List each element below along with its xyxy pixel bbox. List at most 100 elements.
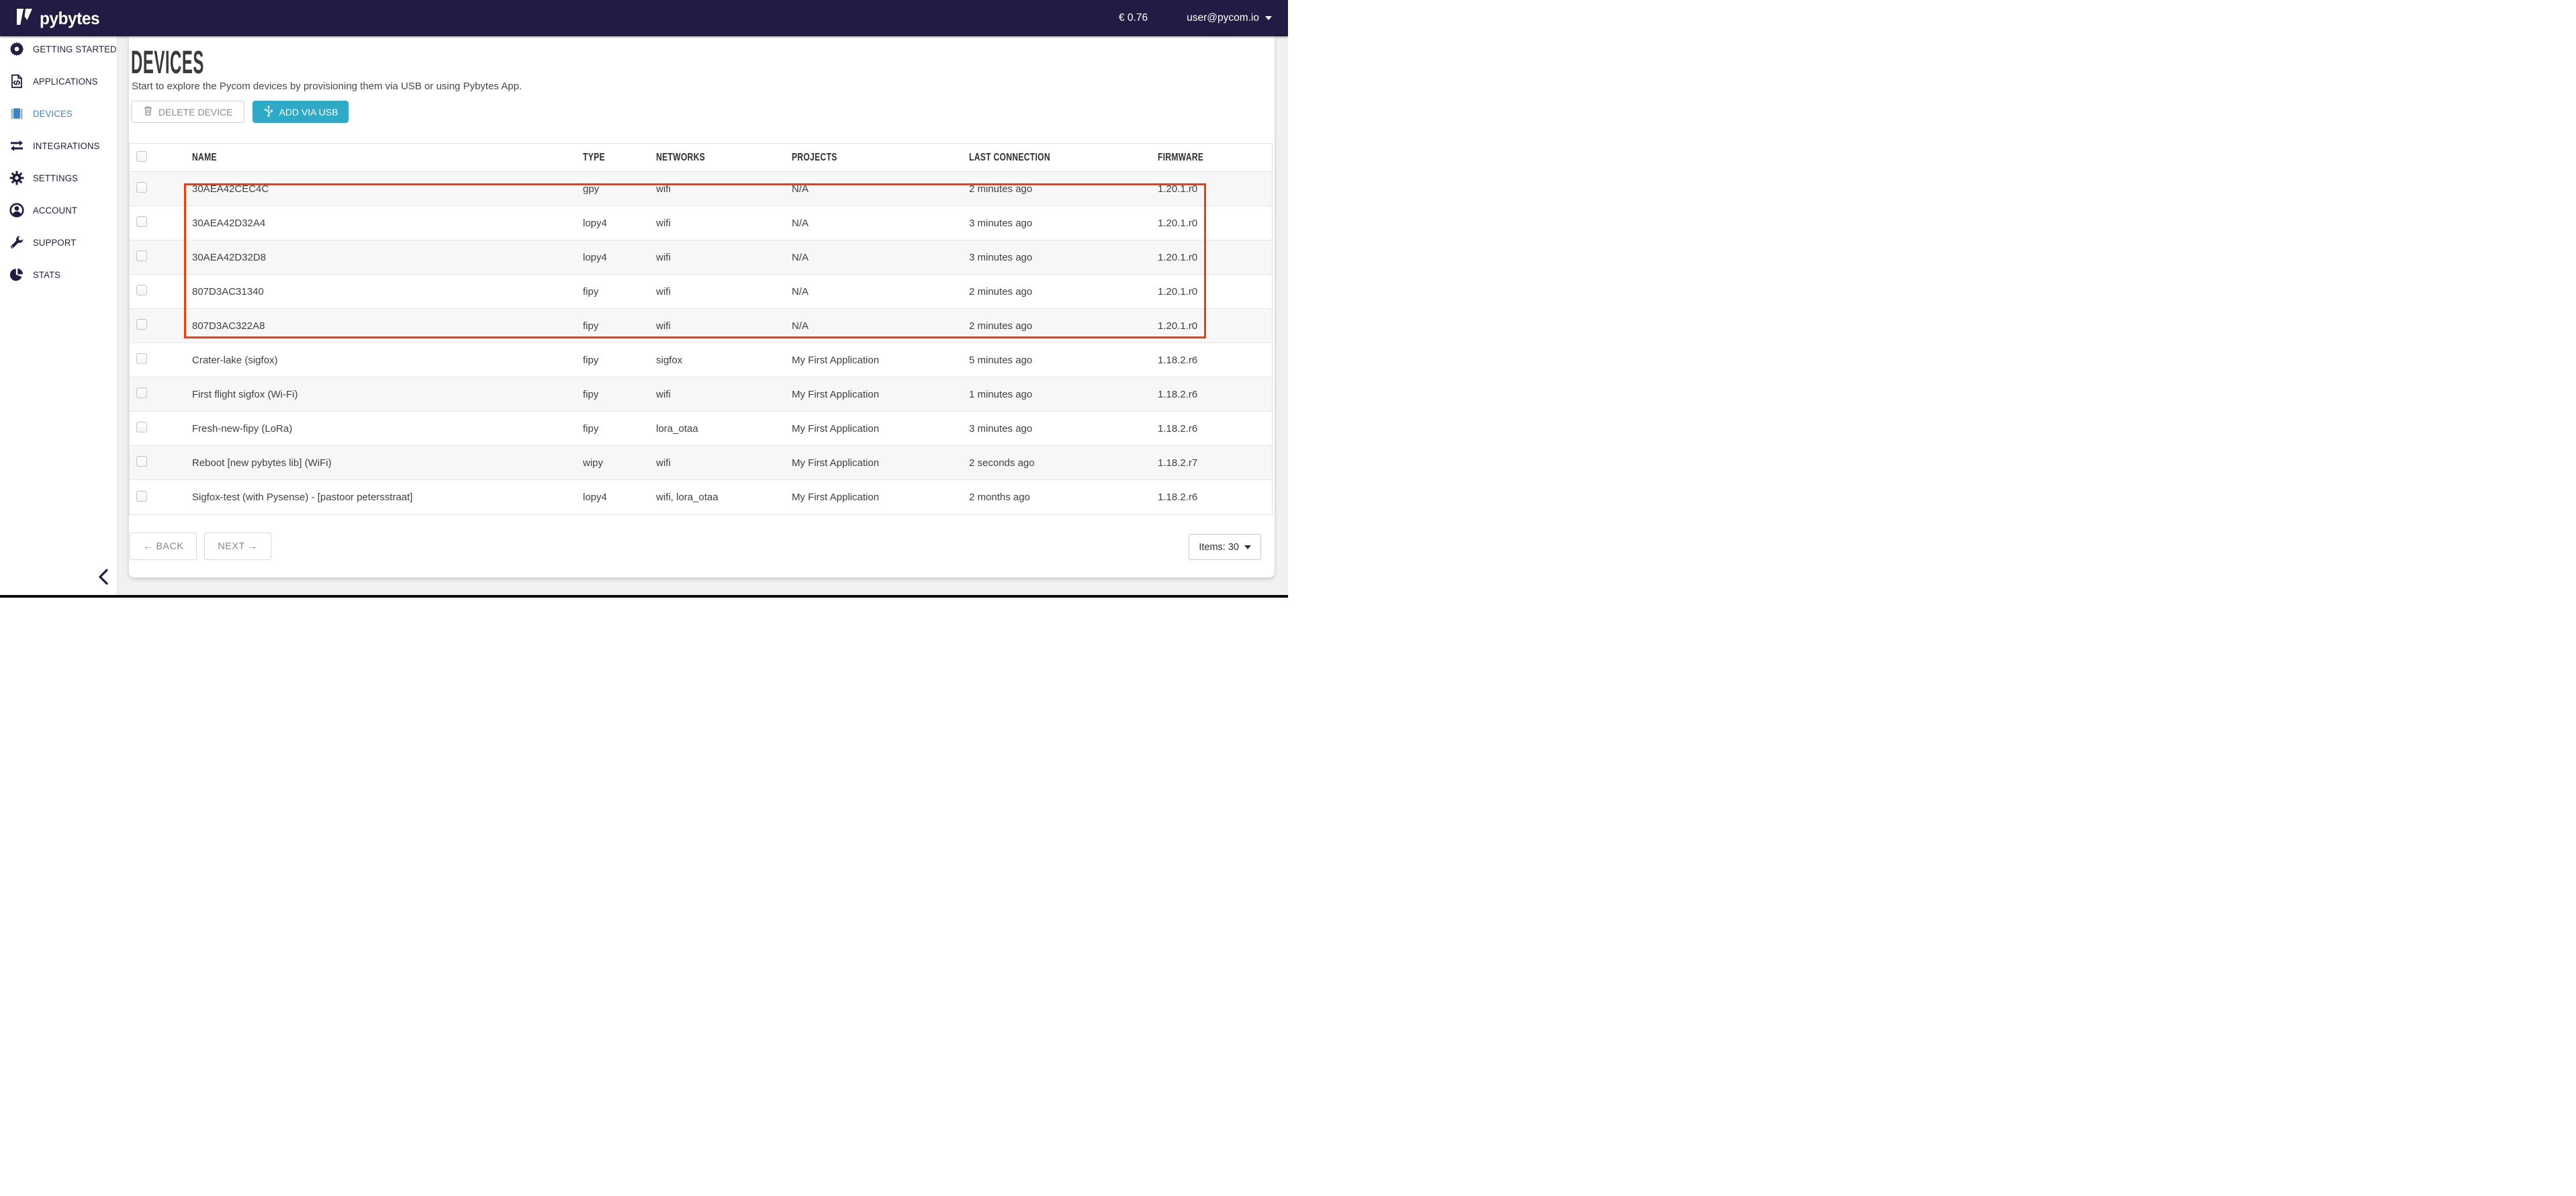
row-checkbox[interactable] xyxy=(136,422,147,432)
select-all-cell xyxy=(130,151,192,165)
delete-device-button[interactable]: DELETE DEVICE xyxy=(131,101,244,123)
table-header-row: NAME TYPE NETWORKS PROJECTS LAST CONNECT… xyxy=(130,144,1272,172)
cell-projects: N/A xyxy=(792,218,969,229)
cell-device-type: lopy4 xyxy=(583,492,656,503)
cell-device-name[interactable]: 807D3AC31340 xyxy=(192,286,583,297)
cell-device-name[interactable]: Crater-lake (sigfox) xyxy=(192,355,583,366)
table-row[interactable]: Reboot [new pybytes lib] (WiFi) wipy wif… xyxy=(130,446,1272,480)
sidebar-item-label: DEVICES xyxy=(33,109,73,119)
pybytes-logo[interactable]: pybytes xyxy=(16,7,103,30)
cell-projects: N/A xyxy=(792,320,969,332)
devices-table: NAME TYPE NETWORKS PROJECTS LAST CONNECT… xyxy=(129,143,1273,515)
items-per-page-label: Items: 30 xyxy=(1199,542,1239,553)
gear-icon xyxy=(9,170,25,186)
items-per-page-dropdown[interactable]: Items: 30 xyxy=(1189,534,1261,560)
cell-device-name[interactable]: 30AEA42D32D8 xyxy=(192,252,583,263)
table-row[interactable]: 30AEA42CEC4C gpy wifi N/A 2 minutes ago … xyxy=(130,172,1272,206)
cell-networks: wifi xyxy=(656,457,792,469)
cell-device-name[interactable]: 30AEA42CEC4C xyxy=(192,183,583,195)
row-checkbox[interactable] xyxy=(136,250,147,261)
row-checkbox-cell xyxy=(130,319,192,332)
cell-networks: lora_otaa xyxy=(656,423,792,434)
sidebar-item-stats[interactable]: STATS xyxy=(0,262,117,287)
cell-projects: My First Application xyxy=(792,355,969,366)
table-body: 30AEA42CEC4C gpy wifi N/A 2 minutes ago … xyxy=(130,172,1272,514)
logo-text: pybytes xyxy=(40,8,99,29)
cell-device-name[interactable]: First flight sigfox (Wi-Fi) xyxy=(192,389,583,400)
cell-networks: wifi xyxy=(656,389,792,400)
row-checkbox-cell xyxy=(130,182,192,195)
trash-icon xyxy=(143,105,153,118)
column-header-type: TYPE xyxy=(583,152,656,164)
cell-projects: N/A xyxy=(792,286,969,297)
row-checkbox[interactable] xyxy=(136,353,147,364)
sidebar-item-account[interactable]: ACCOUNT xyxy=(0,197,117,223)
column-header-last-connection: LAST CONNECTION xyxy=(969,152,1158,164)
cell-firmware: 1.20.1.r0 xyxy=(1158,286,1272,297)
row-checkbox-cell xyxy=(130,216,192,230)
cell-device-type: fipy xyxy=(583,286,656,297)
cell-last-connection: 2 minutes ago xyxy=(969,286,1158,297)
topbar: pybytes € 0.76 user@pycom.io xyxy=(0,0,1288,36)
back-button[interactable]: ← BACK xyxy=(130,533,197,560)
table-row[interactable]: 30AEA42D32A4 lopy4 wifi N/A 3 minutes ag… xyxy=(130,206,1272,240)
cell-device-name[interactable]: 807D3AC322A8 xyxy=(192,320,583,332)
table-row[interactable]: Fresh-new-fipy (LoRa) fipy lora_otaa My … xyxy=(130,412,1272,446)
pie-chart-icon xyxy=(9,267,25,283)
cell-last-connection: 2 months ago xyxy=(969,492,1158,503)
cell-projects: N/A xyxy=(792,252,969,263)
table-row[interactable]: Crater-lake (sigfox) fipy sigfox My Firs… xyxy=(130,343,1272,377)
sidebar-item-integrations[interactable]: INTEGRATIONS xyxy=(0,133,117,158)
user-icon xyxy=(9,202,25,218)
cell-device-type: wipy xyxy=(583,457,656,469)
cell-firmware: 1.18.2.r6 xyxy=(1158,423,1272,434)
cell-device-name[interactable]: Reboot [new pybytes lib] (WiFi) xyxy=(192,457,583,469)
cell-last-connection: 2 minutes ago xyxy=(969,183,1158,195)
select-all-checkbox[interactable] xyxy=(136,151,147,162)
cell-device-name[interactable]: Fresh-new-fipy (LoRa) xyxy=(192,423,583,434)
account-menu[interactable]: user@pycom.io xyxy=(1187,12,1272,24)
chip-icon xyxy=(9,105,25,122)
table-row[interactable]: 807D3AC31340 fipy wifi N/A 2 minutes ago… xyxy=(130,275,1272,309)
cell-networks: wifi xyxy=(656,183,792,195)
row-checkbox-cell xyxy=(130,250,192,264)
row-checkbox[interactable] xyxy=(136,387,147,398)
row-checkbox[interactable] xyxy=(136,319,147,330)
sidebar-item-applications[interactable]: APPLICATIONS xyxy=(0,68,117,94)
balance: € 0.76 xyxy=(1119,12,1148,24)
cell-projects: My First Application xyxy=(792,389,969,400)
table-row[interactable]: 30AEA42D32D8 lopy4 wifi N/A 3 minutes ag… xyxy=(130,240,1272,275)
cell-projects: My First Application xyxy=(792,492,969,503)
row-checkbox[interactable] xyxy=(136,491,147,502)
sidebar-item-support[interactable]: SUPPORT xyxy=(0,230,117,255)
table-row[interactable]: Sigfox-test (with Pysense) - [pastoor pe… xyxy=(130,480,1272,514)
sidebar-item-getting-started[interactable]: GETTING STARTED xyxy=(0,36,117,62)
cell-device-name[interactable]: Sigfox-test (with Pysense) - [pastoor pe… xyxy=(192,492,583,503)
cell-networks: wifi xyxy=(656,286,792,297)
next-button[interactable]: NEXT → xyxy=(204,533,271,560)
sidebar-item-settings[interactable]: SETTINGS xyxy=(0,165,117,191)
page-subtitle: Start to explore the Pycom devices by pr… xyxy=(132,81,522,92)
pybytes-app: pybytes € 0.76 user@pycom.io xyxy=(0,0,1288,598)
cell-device-type: lopy4 xyxy=(583,218,656,229)
table-row[interactable]: First flight sigfox (Wi-Fi) fipy wifi My… xyxy=(130,377,1272,412)
row-checkbox[interactable] xyxy=(136,285,147,295)
cell-firmware: 1.20.1.r0 xyxy=(1158,252,1272,263)
row-checkbox[interactable] xyxy=(136,456,147,467)
sidebar-item-label: GETTING STARTED xyxy=(33,44,117,54)
sidebar-item-devices[interactable]: DEVICES xyxy=(0,101,117,126)
cell-networks: wifi, lora_otaa xyxy=(656,492,792,503)
cell-device-type: gpy xyxy=(583,183,656,195)
column-header-projects: PROJECTS xyxy=(792,152,969,164)
add-via-usb-button[interactable]: ADD VIA USB xyxy=(252,101,349,123)
cell-projects: My First Application xyxy=(792,457,969,469)
cell-projects: N/A xyxy=(792,183,969,195)
table-row[interactable]: 807D3AC322A8 fipy wifi N/A 2 minutes ago… xyxy=(130,309,1272,343)
cell-device-type: fipy xyxy=(583,320,656,332)
row-checkbox[interactable] xyxy=(136,216,147,227)
cell-device-name[interactable]: 30AEA42D32A4 xyxy=(192,218,583,229)
cell-networks: wifi xyxy=(656,218,792,229)
row-checkbox-cell xyxy=(130,422,192,435)
sidebar-collapse-button[interactable] xyxy=(98,568,111,586)
row-checkbox[interactable] xyxy=(136,182,147,193)
